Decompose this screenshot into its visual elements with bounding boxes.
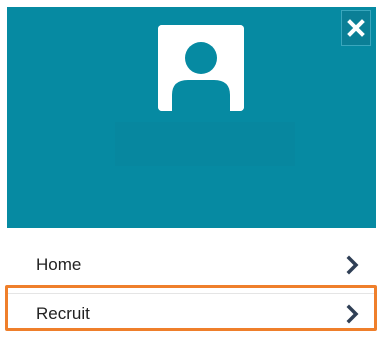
menu-item-recruit[interactable]: Recruit (7, 293, 376, 333)
avatar (158, 25, 244, 111)
user-name-area (115, 122, 295, 166)
chevron-right-icon (346, 255, 359, 275)
menu-item-home[interactable]: Home (7, 245, 376, 285)
close-icon (347, 19, 365, 37)
menu-item-label: Home (36, 255, 82, 274)
user-avatar-icon (158, 25, 244, 111)
profile-header (7, 7, 376, 228)
close-button[interactable] (341, 10, 371, 46)
menu-item-label: Recruit (36, 303, 90, 323)
chevron-right-icon (346, 304, 359, 323)
